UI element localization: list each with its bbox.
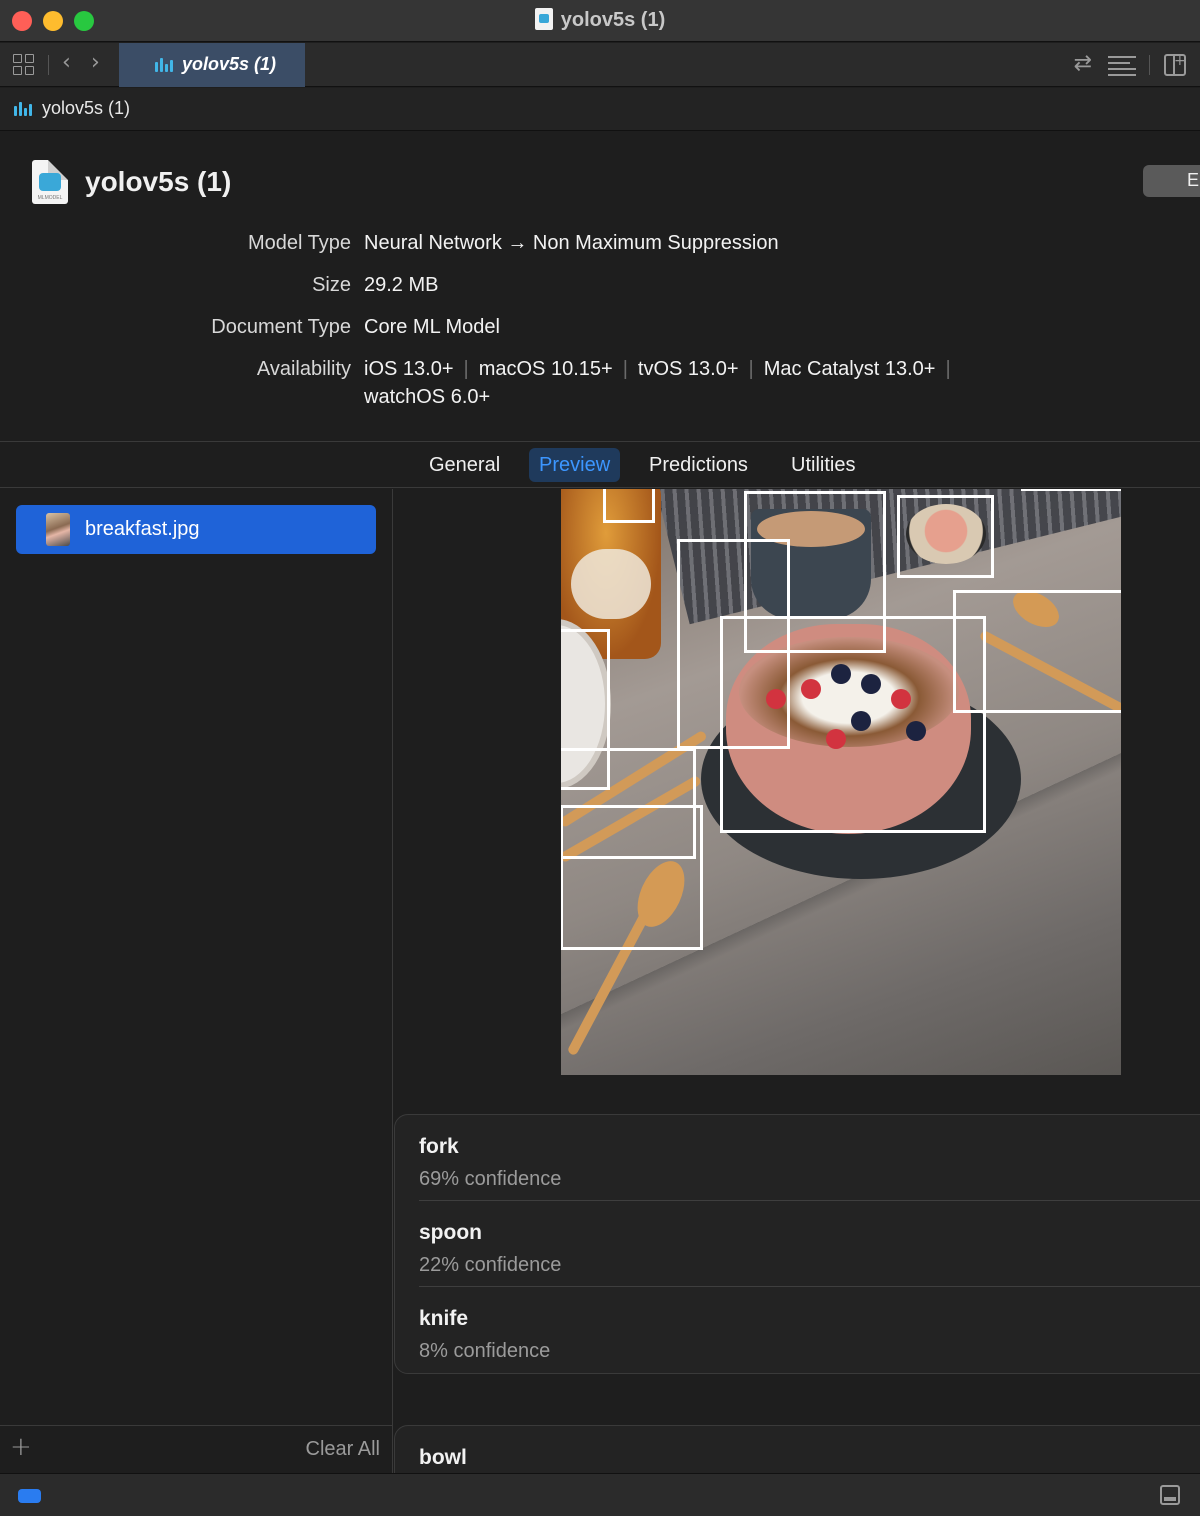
toolbar-divider xyxy=(48,55,49,75)
preview-image[interactable] xyxy=(561,489,1121,1075)
toolbar-divider xyxy=(1149,55,1150,75)
window-title-text: yolov5s (1) xyxy=(560,9,666,31)
prediction-confidence: 22% confidence xyxy=(419,1254,562,1276)
metadata-value: Neural Network → Non Maximum Suppression xyxy=(364,232,779,254)
prediction-row[interactable]: bowl xyxy=(419,1426,1200,1473)
metadata-value: 29.2 MB xyxy=(364,274,439,296)
prediction-row[interactable]: fork 69% confidence xyxy=(419,1115,1200,1201)
prediction-confidence: 8% confidence xyxy=(419,1340,551,1362)
forward-chevron-icon[interactable]: › xyxy=(91,52,100,74)
clear-all-button[interactable]: Clear All xyxy=(306,1438,380,1461)
tab-general[interactable]: General xyxy=(419,448,510,482)
file-name: breakfast.jpg xyxy=(85,518,200,540)
add-editor-icon[interactable] xyxy=(1164,53,1186,76)
file-item-breakfast[interactable]: breakfast.jpg xyxy=(16,505,376,554)
detection-box[interactable] xyxy=(1021,489,1121,491)
separator: | xyxy=(463,358,469,380)
separator: | xyxy=(945,358,951,380)
metadata-value: Core ML Model xyxy=(364,316,500,338)
title-bar: yolov5s (1) xyxy=(0,0,1200,42)
prediction-confidence: 69% confidence xyxy=(419,1168,562,1190)
separator: | xyxy=(748,358,754,380)
section-tabs: General Preview Predictions Utilities xyxy=(0,443,1200,488)
prediction-row[interactable]: knife 8% confidence xyxy=(419,1287,1200,1373)
availability-platforms: iOS 13.0+ | macOS 10.15+ | tvOS 13.0+ | Mac Ca… xyxy=(364,358,961,381)
related-items-grid-icon[interactable] xyxy=(13,54,35,76)
editor-toolbar: ‹ › yolov5s (1) ⇄ xyxy=(0,43,1200,87)
back-chevron-icon[interactable]: ‹ xyxy=(62,52,71,74)
model-header: MLMODEL yolov5s (1) E Model Type Neural … xyxy=(0,132,1200,442)
metadata-key: Model Type xyxy=(247,232,351,254)
prediction-label: fork xyxy=(419,1135,459,1158)
toggle-debug-area-icon[interactable] xyxy=(1160,1485,1180,1505)
tab-predictions[interactable]: Predictions xyxy=(639,448,758,482)
icon-caption: MLMODEL xyxy=(37,195,63,201)
mlmodel-icon xyxy=(155,58,175,72)
breadcrumb-item[interactable]: yolov5s (1) xyxy=(42,98,130,119)
document-icon xyxy=(534,8,553,30)
image-thumbnail xyxy=(46,513,70,546)
editor-tab-label: yolov5s (1) xyxy=(182,54,277,74)
breadcrumb: yolov5s (1) xyxy=(0,88,1200,131)
window-title: yolov5s (1) xyxy=(0,8,1200,32)
detection-box[interactable] xyxy=(897,495,994,578)
preview-pane: fork 69% confidence spoon 22% confidence… xyxy=(394,489,1200,1473)
prediction-label: spoon xyxy=(419,1221,482,1244)
prediction-card: bowl xyxy=(394,1425,1200,1473)
prediction-label: bowl xyxy=(419,1446,467,1469)
add-file-button[interactable]: + xyxy=(10,1432,32,1462)
detection-box[interactable] xyxy=(720,616,986,833)
platform-macos: macOS 10.15+ xyxy=(478,358,613,380)
tab-utilities[interactable]: Utilities xyxy=(781,448,865,482)
edit-button[interactable]: E xyxy=(1143,165,1200,197)
debug-status-bar xyxy=(0,1473,1200,1516)
mlmodel-icon xyxy=(14,102,34,116)
platform-watchos: watchOS 6.0+ xyxy=(364,386,491,408)
editor-options-icon[interactable] xyxy=(1108,56,1136,76)
prediction-label: knife xyxy=(419,1307,469,1330)
platform-tvos: tvOS 13.0+ xyxy=(637,358,739,380)
platform-ios: iOS 13.0+ xyxy=(364,358,454,380)
prediction-card: fork 69% confidence spoon 22% confidence… xyxy=(394,1114,1200,1374)
prediction-row[interactable]: spoon 22% confidence xyxy=(419,1201,1200,1287)
sidebar-footer: + Clear All xyxy=(0,1425,393,1473)
tab-preview[interactable]: Preview xyxy=(529,448,621,482)
editor-tab-yolov5s[interactable]: yolov5s (1) xyxy=(119,43,305,87)
detection-box[interactable] xyxy=(603,489,655,523)
detection-box[interactable] xyxy=(561,805,703,950)
swap-arrows-icon[interactable]: ⇄ xyxy=(1074,53,1092,75)
mlmodel-document-icon: MLMODEL xyxy=(32,160,68,204)
metadata-key: Document Type xyxy=(211,316,351,338)
edit-button-label: E xyxy=(1187,170,1200,190)
metadata-key: Size xyxy=(312,274,351,296)
status-indicator[interactable] xyxy=(18,1489,41,1503)
separator: | xyxy=(622,358,628,380)
platform-mac-catalyst: Mac Catalyst 13.0+ xyxy=(763,358,936,380)
metadata-key: Availability xyxy=(256,358,351,380)
preview-file-sidebar: breakfast.jpg + Clear All xyxy=(0,489,393,1473)
model-title: yolov5s (1) xyxy=(85,166,232,197)
